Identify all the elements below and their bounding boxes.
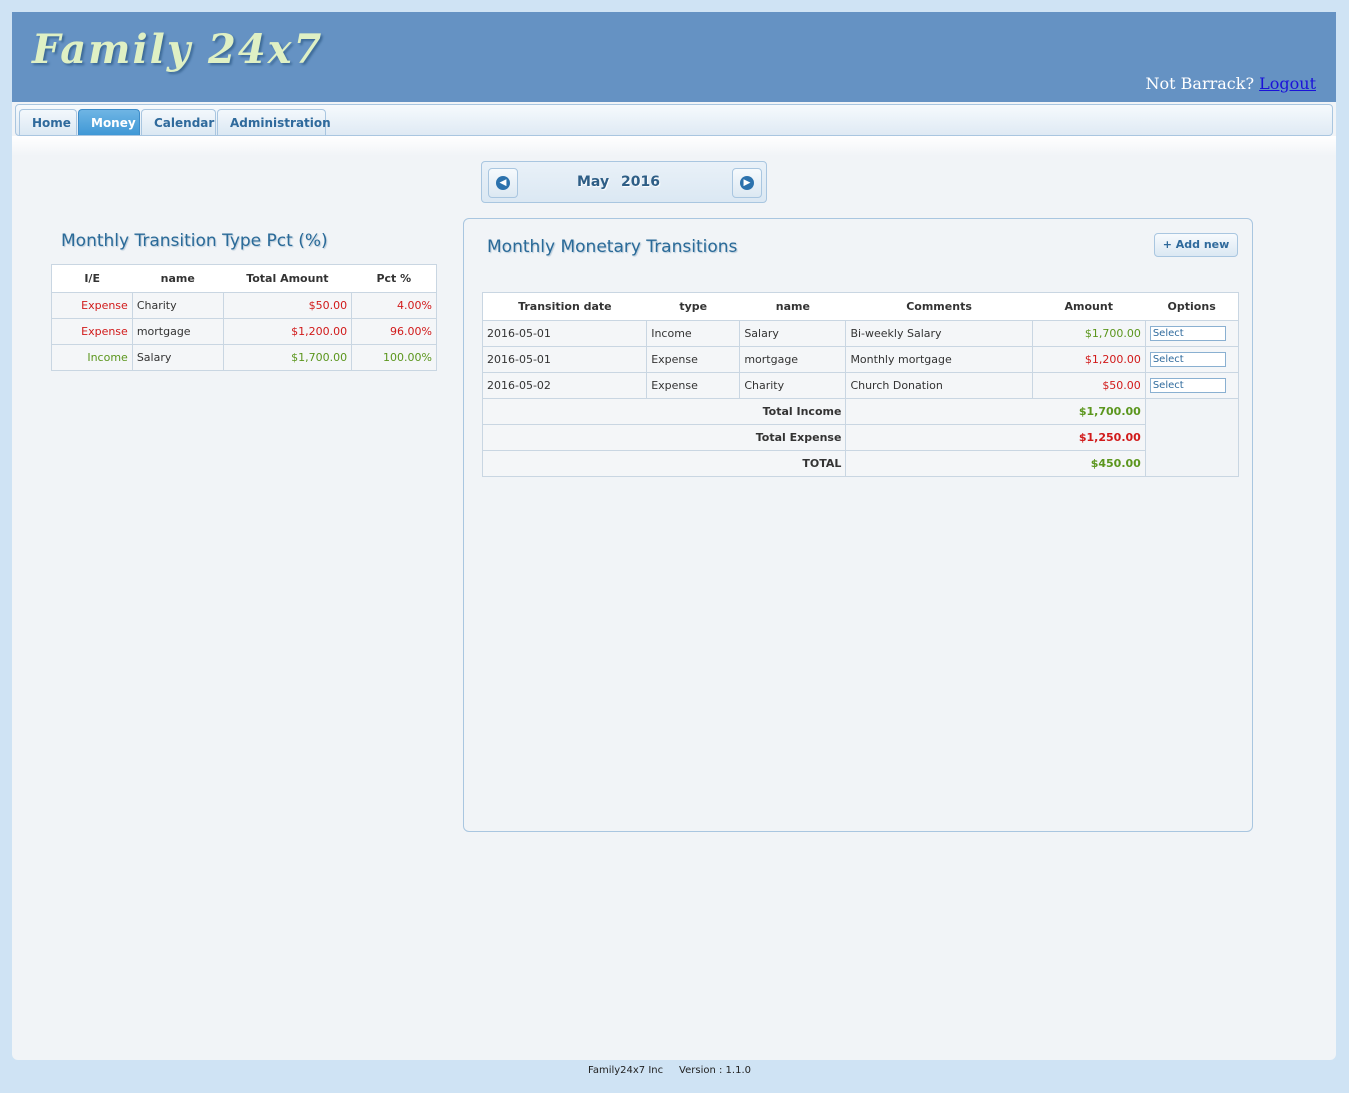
user-box: Not Barrack? Logout — [1146, 74, 1316, 93]
date-cell: 2016-05-01 — [481, 346, 648, 373]
column-header: Comments — [845, 292, 1033, 321]
table-row: Expense Charity $50.00 4.00% — [51, 292, 437, 319]
select-option-input[interactable] — [1149, 326, 1226, 341]
total-income-label: Total Income — [481, 398, 847, 425]
footer: Family24x7 Inc Version : 1.1.0 — [0, 1065, 1339, 1076]
transitions-table: Transition date type name Comments Amoun… — [481, 292, 1240, 477]
chevron-right-icon: ▶ — [740, 176, 754, 190]
grand-total-row: TOTAL $450.00 — [481, 450, 1239, 477]
pct-panel-title: Monthly Transition Type Pct (%) — [61, 231, 328, 251]
pct-cell: 96.00% — [351, 318, 437, 345]
chevron-left-icon: ◀ — [496, 176, 510, 190]
empty-cell — [1145, 425, 1238, 451]
year-label: 2016 — [621, 174, 660, 190]
amount-cell: $50.00 — [1031, 372, 1146, 399]
pct-cell: 4.00% — [351, 292, 437, 319]
pct-table: I/E name Total Amount Pct % Expense Char… — [51, 264, 437, 371]
logo: Family 24x7 — [32, 26, 324, 73]
transitions-panel: Monthly Monetary Transitions + Add new T… — [463, 218, 1253, 832]
app-frame: Family 24x7 Not Barrack? Logout Home Mon… — [12, 12, 1336, 1060]
name-cell: Charity — [131, 292, 224, 319]
empty-cell — [1145, 451, 1238, 477]
table-row: Expense mortgage $1,200.00 96.00% — [51, 318, 437, 345]
add-new-button[interactable]: + Add new — [1154, 233, 1238, 257]
date-cell: 2016-05-02 — [481, 372, 648, 399]
column-header: Total Amount — [223, 264, 352, 293]
comments-cell: Bi-weekly Salary — [845, 320, 1033, 347]
footer-company: Family24x7 Inc — [587, 1065, 664, 1076]
comments-cell: Monthly mortgage — [845, 346, 1033, 373]
column-header: type — [646, 292, 740, 321]
month-label: May — [577, 174, 610, 190]
user-prompt: Not Barrack? — [1145, 74, 1255, 93]
total-expense-row: Total Expense $1,250.00 — [481, 424, 1239, 451]
column-header: Options — [1145, 292, 1239, 321]
options-cell — [1144, 346, 1240, 373]
select-option-input[interactable] — [1149, 378, 1226, 393]
transitions-table-header: Transition date type name Comments Amoun… — [482, 292, 1239, 321]
select-option-input[interactable] — [1149, 352, 1226, 367]
amount-cell: $1,200.00 — [1031, 346, 1146, 373]
name-cell: mortgage — [739, 346, 847, 373]
column-header: name — [739, 292, 846, 321]
name-cell: Charity — [739, 372, 847, 399]
type-cell: Expense — [646, 346, 741, 373]
table-row: 2016-05-01 Income Salary Bi-weekly Salar… — [481, 320, 1240, 347]
column-header: name — [132, 264, 224, 293]
header: Family 24x7 Not Barrack? Logout — [12, 12, 1336, 102]
options-cell — [1144, 372, 1240, 399]
date-cell: 2016-05-01 — [481, 320, 648, 347]
prev-month-button[interactable]: ◀ — [488, 168, 518, 198]
comments-cell: Church Donation — [845, 372, 1033, 399]
tab-bar: Home Money Calendar Administration — [15, 104, 1333, 136]
amount-cell: $1,700.00 — [222, 344, 353, 371]
transitions-panel-title: Monthly Monetary Transitions — [487, 237, 738, 257]
total-expense-value: $1,250.00 — [845, 424, 1146, 451]
name-cell: Salary — [739, 320, 847, 347]
column-header: Pct % — [351, 264, 437, 293]
column-header: I/E — [51, 264, 133, 293]
total-value: $450.00 — [845, 450, 1146, 477]
empty-cell — [1145, 399, 1238, 425]
tab-home[interactable]: Home — [19, 109, 77, 135]
pct-table-header: I/E name Total Amount Pct % — [51, 264, 437, 293]
sub-bar — [12, 136, 1336, 156]
column-header: Transition date — [482, 292, 647, 321]
logout-link[interactable]: Logout — [1259, 74, 1316, 93]
total-expense-label: Total Expense — [481, 424, 847, 451]
month-navigator: ◀ May 2016 ▶ — [481, 161, 767, 203]
tab-calendar[interactable]: Calendar — [141, 109, 216, 135]
table-row: 2016-05-02 Expense Charity Church Donati… — [481, 372, 1240, 399]
tab-money[interactable]: Money — [78, 109, 140, 135]
column-header: Amount — [1032, 292, 1146, 321]
type-cell: Income — [646, 320, 741, 347]
tab-administration[interactable]: Administration — [217, 109, 331, 135]
table-row: Income Salary $1,700.00 100.00% — [51, 344, 437, 371]
pct-cell: 100.00% — [351, 344, 437, 371]
ie-cell: Expense — [51, 318, 133, 345]
name-cell: mortgage — [131, 318, 224, 345]
options-cell — [1144, 320, 1240, 347]
total-income-value: $1,700.00 — [845, 398, 1146, 425]
amount-cell: $50.00 — [222, 292, 353, 319]
ie-cell: Income — [51, 344, 133, 371]
table-row: 2016-05-01 Expense mortgage Monthly mort… — [481, 346, 1240, 373]
type-cell: Expense — [646, 372, 741, 399]
ie-cell: Expense — [51, 292, 133, 319]
total-income-row: Total Income $1,700.00 — [481, 398, 1239, 425]
amount-cell: $1,200.00 — [222, 318, 353, 345]
footer-version: Version : 1.1.0 — [679, 1065, 751, 1076]
total-label: TOTAL — [481, 450, 847, 477]
amount-cell: $1,700.00 — [1031, 320, 1146, 347]
next-month-button[interactable]: ▶ — [732, 168, 762, 198]
name-cell: Salary — [131, 344, 224, 371]
